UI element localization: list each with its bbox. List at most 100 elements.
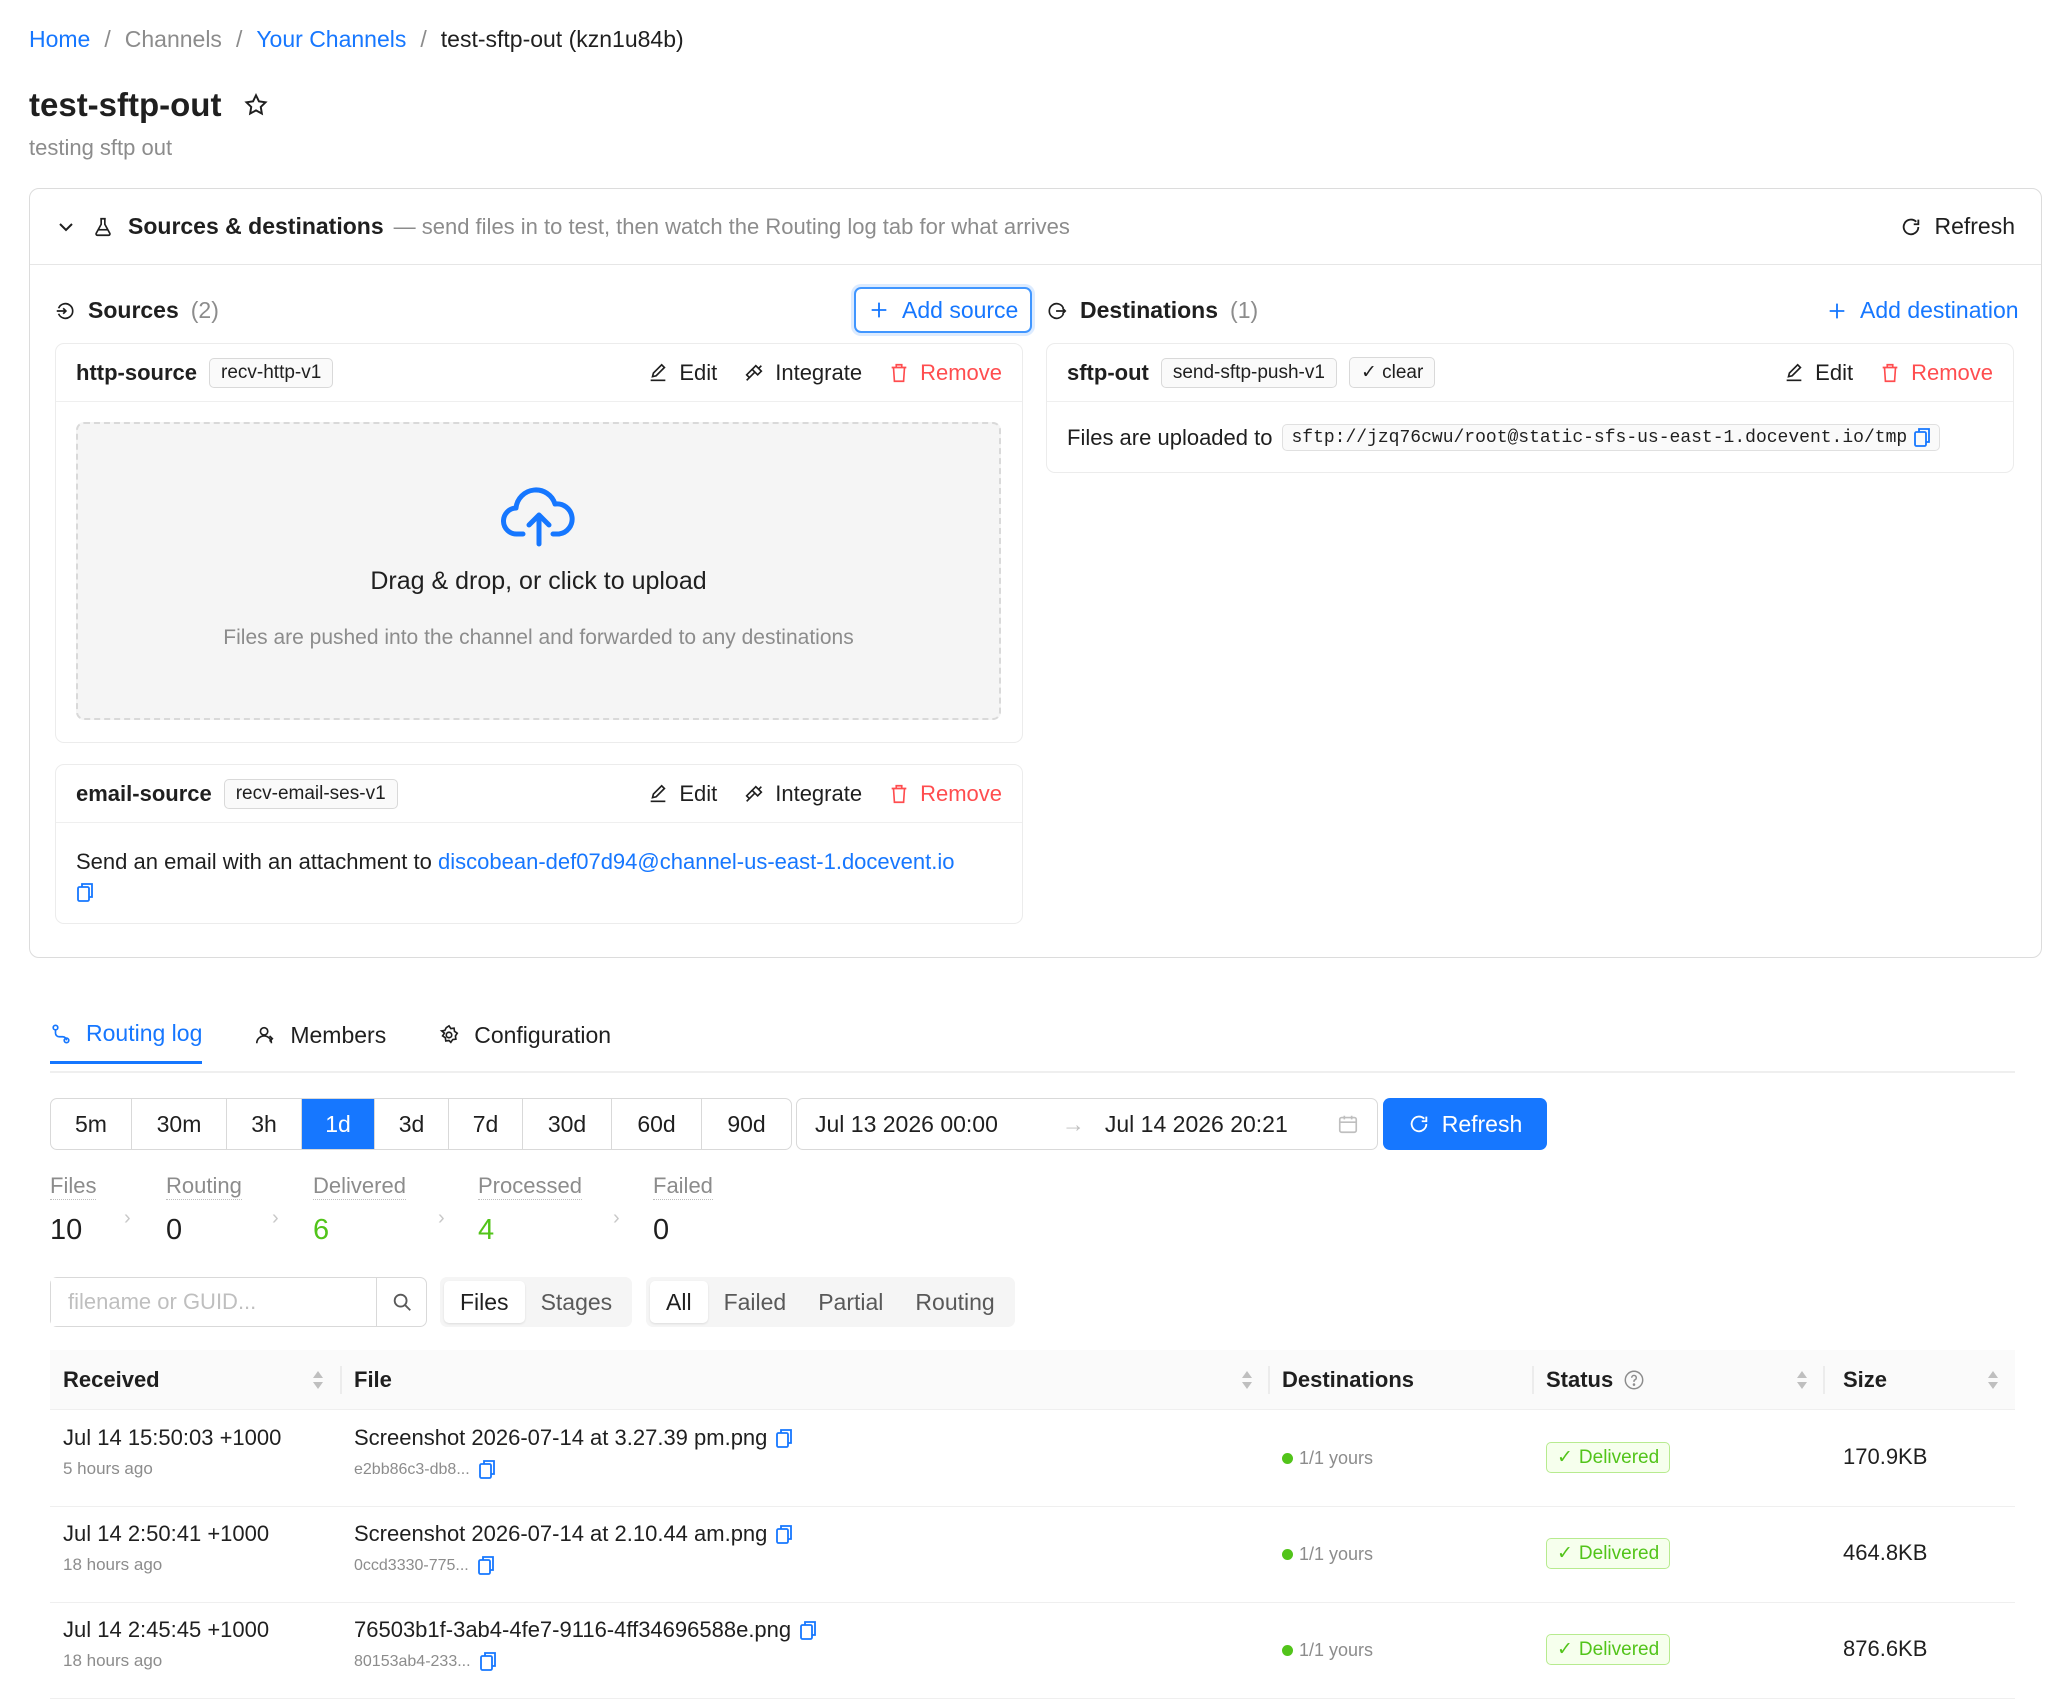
edit-label: Edit xyxy=(1815,359,1854,385)
column-file[interactable]: File xyxy=(354,1350,392,1410)
panel-title: Sources & destinations xyxy=(128,213,384,239)
tab-routing-log[interactable]: Routing log xyxy=(50,1020,203,1064)
gear-icon xyxy=(439,1024,459,1044)
refresh-button[interactable]: Refresh xyxy=(1383,1098,1547,1150)
edit-destination-button[interactable]: Edit xyxy=(1783,360,1853,386)
add-destination-button[interactable]: Add destination xyxy=(1826,297,2019,324)
date-range-picker[interactable]: Jul 13 2026 00:00 → Jul 14 2026 20:21 xyxy=(796,1098,1378,1150)
destinations-header: Destinations (1) xyxy=(1046,297,1258,324)
remove-source-button[interactable]: Remove xyxy=(888,360,1002,386)
search-button[interactable] xyxy=(376,1278,426,1326)
add-source-button[interactable]: Add source xyxy=(854,287,1033,333)
range-option-90d[interactable]: 90d xyxy=(702,1099,791,1149)
search-icon xyxy=(393,1293,411,1311)
breadcrumb-channels: Channels xyxy=(124,26,222,52)
panel-header[interactable]: Sources & destinations — send files in t… xyxy=(30,189,2041,265)
source-card-header: email-source recv-email-ses-v1 Edit Inte… xyxy=(56,765,1022,823)
table-row[interactable]: Jul 14 2:45:45 +1000 18 hours ago 76503b1f… xyxy=(50,1603,2015,1699)
table-row[interactable]: Jul 14 15:50:03 +1000 5 hours ago Screensh… xyxy=(50,1411,2015,1507)
copy-icon[interactable] xyxy=(799,1620,817,1641)
plus-icon xyxy=(1829,303,1845,318)
panel-refresh-label: Refresh xyxy=(1934,213,2015,239)
breadcrumb-your-channels-link[interactable]: Your Channels xyxy=(256,26,406,53)
range-option-30d[interactable]: 30d xyxy=(523,1099,612,1149)
date-range-start[interactable]: Jul 13 2026 00:00 xyxy=(815,1111,998,1138)
copy-icon[interactable] xyxy=(477,1555,495,1576)
edit-source-button[interactable]: Edit xyxy=(647,360,717,386)
panel-refresh-button[interactable]: Refresh xyxy=(1900,213,2015,240)
tab-members[interactable]: Members xyxy=(254,1020,386,1064)
column-destinations: Destinations xyxy=(1282,1367,1415,1392)
tab-configuration[interactable]: Configuration xyxy=(438,1020,611,1064)
column-status[interactable]: Status xyxy=(1546,1350,1645,1410)
filter-failed[interactable]: Failed xyxy=(708,1281,803,1323)
refresh-icon xyxy=(1903,218,1920,235)
range-option-7d[interactable]: 7d xyxy=(449,1099,523,1149)
breadcrumb-current: test-sftp-out (kzn1u84b) xyxy=(440,26,684,52)
status-badge: ✓ Delivered xyxy=(1546,1634,1671,1665)
copy-icon[interactable] xyxy=(1913,427,1931,448)
status-cell: ✓ Delivered xyxy=(1546,1634,1671,1665)
range-option-5m[interactable]: 5m xyxy=(51,1099,132,1149)
status-dot xyxy=(1282,1549,1293,1560)
edit-icon xyxy=(1786,363,1802,381)
add-destination-label: Add destination xyxy=(1860,297,2019,323)
source-card-http: http-source recv-http-v1 Edit Integrate … xyxy=(55,343,1023,743)
date-range-end[interactable]: Jul 14 2026 20:21 xyxy=(1105,1111,1288,1138)
sort-icon[interactable] xyxy=(311,1368,325,1392)
received-time: Jul 14 2:45:45 +1000 xyxy=(63,1617,270,1642)
integrate-source-button[interactable]: Integrate xyxy=(743,360,862,386)
status-label: Delivered xyxy=(1578,1638,1660,1660)
status-label: Delivered xyxy=(1578,1542,1660,1564)
destination-type-tag: send-sftp-push-v1 xyxy=(1160,357,1337,388)
column-size[interactable]: Size xyxy=(1843,1350,1887,1410)
upload-hint: Files are pushed into the channel and fo… xyxy=(223,626,854,649)
breadcrumb-home-link[interactable]: Home xyxy=(29,26,90,53)
sources-destinations-panel: Sources & destinations — send files in t… xyxy=(29,188,2042,958)
refresh-icon xyxy=(1410,1115,1427,1133)
destinations-label: Destinations xyxy=(1080,297,1219,323)
api-icon xyxy=(745,784,763,802)
size-cell: 464.8KB xyxy=(1843,1540,1928,1565)
chevron-down-icon[interactable] xyxy=(56,217,76,237)
stat-value: 4 xyxy=(478,1214,495,1246)
star-icon[interactable] xyxy=(243,92,269,118)
time-range-selector: 5m 30m 3h 1d 3d 7d 30d 60d 90d xyxy=(50,1098,792,1150)
copy-icon[interactable] xyxy=(775,1428,793,1449)
destination-name: sftp-out xyxy=(1067,359,1149,385)
table-row[interactable]: Jul 14 2:50:41 +1000 18 hours ago Screensh… xyxy=(50,1507,2015,1603)
column-received[interactable]: Received xyxy=(63,1350,160,1410)
copy-icon[interactable] xyxy=(775,1524,793,1545)
remove-source-button[interactable]: Remove xyxy=(888,781,1002,807)
view-stages[interactable]: Stages xyxy=(525,1281,629,1323)
question-circle-icon[interactable] xyxy=(1623,1369,1645,1391)
range-option-60d[interactable]: 60d xyxy=(612,1099,702,1149)
file-name[interactable]: Screenshot 2026-07-14 at 3.27.39 pm.png xyxy=(354,1425,767,1451)
integrate-source-button[interactable]: Integrate xyxy=(743,781,862,807)
view-files[interactable]: Files xyxy=(444,1281,525,1323)
range-option-3d[interactable]: 3d xyxy=(375,1099,449,1149)
destinations-summary: 1/1 yours xyxy=(1299,1448,1374,1468)
stat-value: 0 xyxy=(653,1214,670,1246)
sort-icon[interactable] xyxy=(1240,1368,1254,1392)
range-option-30m[interactable]: 30m xyxy=(132,1099,227,1149)
copy-icon[interactable] xyxy=(76,882,94,903)
edit-source-button[interactable]: Edit xyxy=(647,781,717,807)
filter-partial[interactable]: Partial xyxy=(802,1281,899,1323)
check-icon: ✓ xyxy=(1557,1639,1573,1660)
file-name[interactable]: Screenshot 2026-07-14 at 2.10.44 am.png xyxy=(354,1521,767,1547)
range-option-1d[interactable]: 1d xyxy=(302,1099,375,1149)
file-name[interactable]: 76503b1f-3ab4-4fe7-9116-4ff34696588e.png xyxy=(354,1617,791,1643)
filter-all[interactable]: All xyxy=(650,1281,708,1323)
upload-dropzone[interactable]: Drag & drop, or click to upload Files ar… xyxy=(76,422,1001,720)
filter-routing[interactable]: Routing xyxy=(899,1281,1010,1323)
sort-icon[interactable] xyxy=(1986,1368,2000,1392)
range-option-3h[interactable]: 3h xyxy=(227,1099,302,1149)
search-input[interactable] xyxy=(51,1278,377,1326)
remove-destination-button[interactable]: Remove xyxy=(1879,360,1993,386)
sort-icon[interactable] xyxy=(1795,1368,1809,1392)
copy-icon[interactable] xyxy=(478,1459,496,1480)
email-address-link[interactable]: discobean-def07d94@channel-us-east-1.doc… xyxy=(438,849,954,874)
received-cell: Jul 14 2:45:45 +1000 18 hours ago xyxy=(63,1617,269,1671)
copy-icon[interactable] xyxy=(479,1651,497,1672)
